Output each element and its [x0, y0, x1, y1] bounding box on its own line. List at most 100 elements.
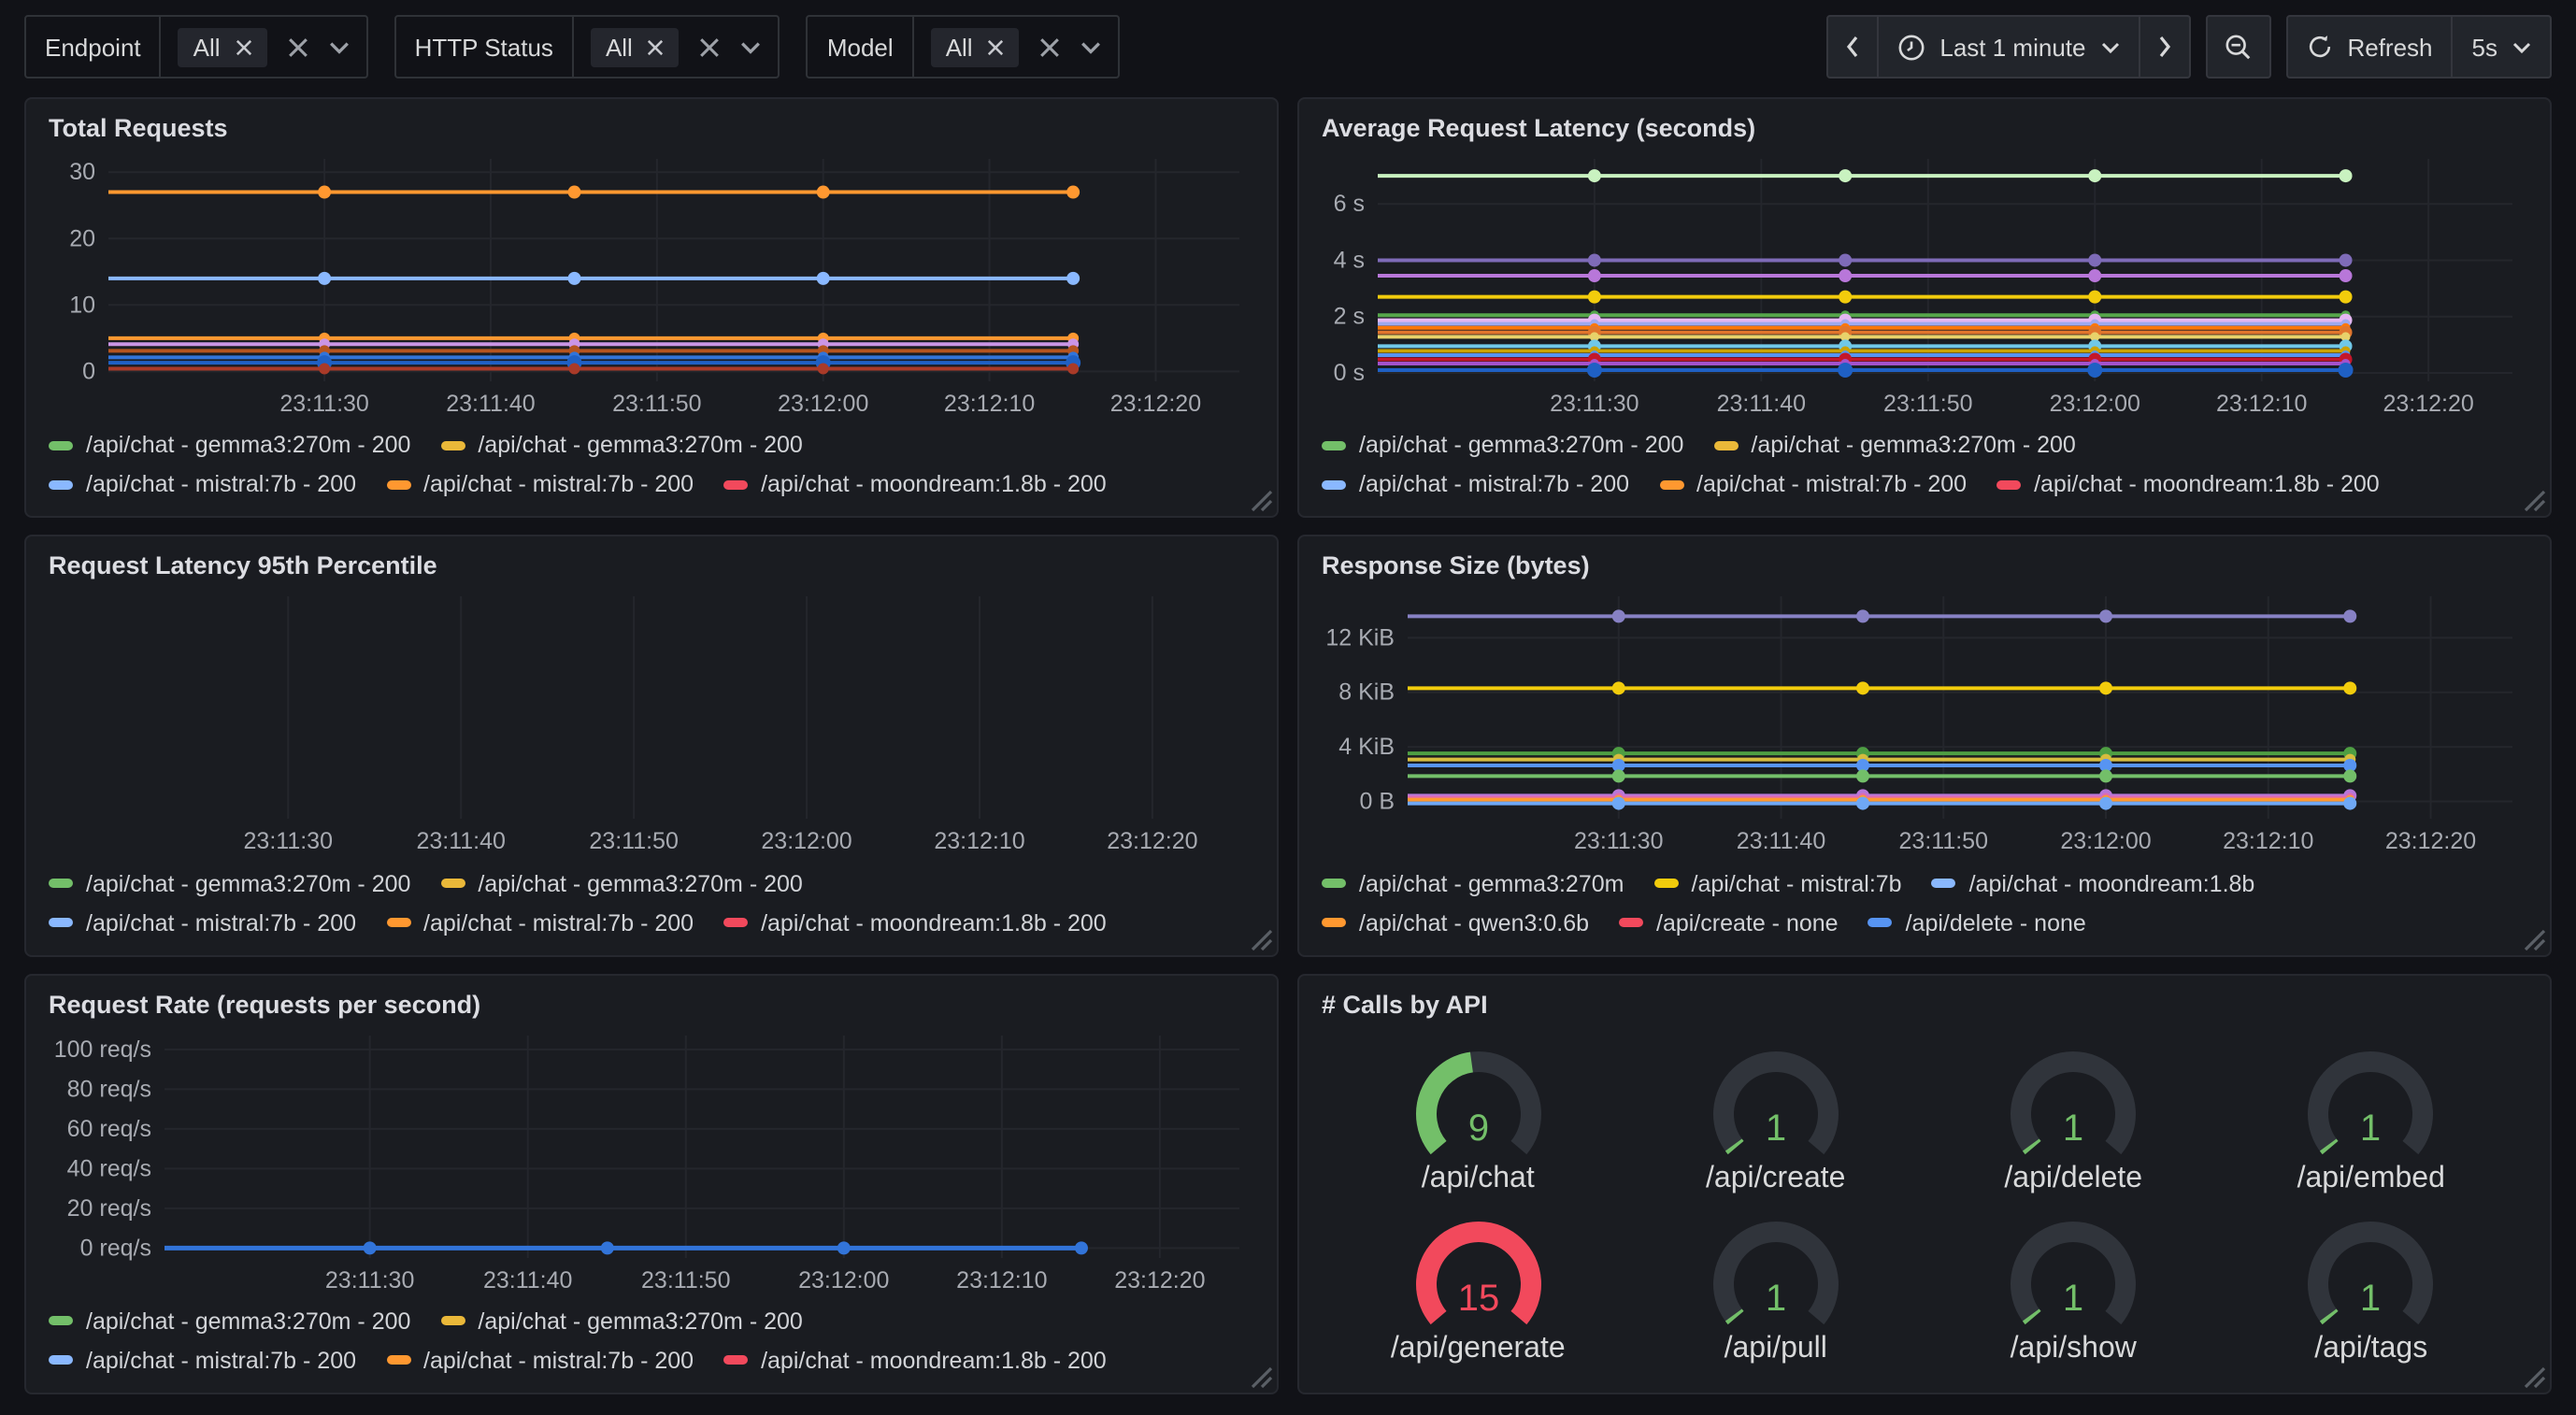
gauge-api-show: 1/api/show	[1957, 1197, 2189, 1365]
legend-series-marker	[440, 1317, 465, 1326]
filter-label: Model	[809, 17, 914, 77]
chart-area: 0 req/s20 req/s40 req/s60 req/s80 req/s1…	[45, 1023, 1258, 1295]
legend-series-label: /api/chat - mistral:7b	[1692, 870, 1902, 896]
legend-item[interactable]: /api/chat - moondream:1.8b	[1932, 870, 2255, 896]
timeseries-plot[interactable]: 010203023:11:3023:11:4023:11:5023:12:002…	[45, 148, 1258, 419]
legend-item[interactable]: /api/chat - moondream:1.8b - 200	[1996, 472, 2380, 498]
legend-item[interactable]: /api/chat - gemma3:270m - 200	[440, 1308, 802, 1335]
legend-item[interactable]: /api/chat - mistral:7b - 200	[49, 909, 356, 936]
gauge-api-create: 1/api/create	[1660, 1028, 1892, 1196]
filter-chip-label: All	[946, 33, 973, 61]
legend-item[interactable]: /api/chat - mistral:7b - 200	[386, 472, 694, 498]
gauge-value: 1	[2063, 1108, 2083, 1149]
legend-item[interactable]: /api/chat - gemma3:270m - 200	[1713, 433, 2075, 459]
panel-resize-handle[interactable]	[1247, 487, 1273, 513]
chevron-down-icon[interactable]	[741, 40, 762, 53]
legend-item[interactable]: /api/chat - moondream:1.8b - 200	[723, 1348, 1107, 1374]
chevron-down-icon[interactable]	[1081, 40, 1102, 53]
panel-resize-handle[interactable]	[1247, 1363, 1273, 1389]
timeseries-plot[interactable]: 0 B4 KiB8 KiB12 KiB23:11:3023:11:4023:11…	[1318, 586, 2531, 857]
panel-total-requests: Total Requests010203023:11:3023:11:4023:…	[24, 97, 1279, 519]
x-axis-tick-label: 23:11:40	[1737, 829, 1825, 855]
gauge-api-embed: 1/api/embed	[2255, 1028, 2487, 1196]
x-axis-tick-label: 23:11:50	[612, 391, 701, 417]
legend-item[interactable]: /api/delete - none	[1868, 909, 2086, 936]
chevron-down-icon	[2512, 40, 2531, 53]
filter-chip[interactable]: All	[179, 27, 267, 66]
legend-item[interactable]: /api/chat - mistral:7b - 200	[1322, 472, 1629, 498]
legend-item[interactable]: /api/chat - qwen3:0.6b	[1322, 909, 1589, 936]
legend-item[interactable]: /api/create - none	[1619, 909, 1839, 936]
time-shift-forward-button[interactable]	[2140, 17, 2188, 77]
panel-resize-handle[interactable]	[1247, 924, 1273, 950]
legend-series-label: /api/chat - mistral:7b - 200	[423, 909, 694, 936]
filter-value-area[interactable]: All	[574, 17, 779, 77]
zoom-out-button[interactable]	[2207, 17, 2268, 77]
panel-title[interactable]: # Calls by API	[1318, 988, 2531, 1023]
filter-chip[interactable]: All	[591, 27, 680, 66]
resize-grip-icon	[1247, 924, 1273, 950]
data-point	[1839, 291, 1852, 304]
legend-item[interactable]: /api/chat - gemma3:270m - 200	[440, 433, 802, 459]
panel-request-latency-95th-percentile: Request Latency 95th Percentile23:11:302…	[24, 536, 1279, 957]
panel-title[interactable]: Total Requests	[45, 112, 1258, 148]
panel-calls-by-api: # Calls by API9/api/chat1/api/create1/ap…	[1297, 973, 2552, 1394]
panel-title[interactable]: Average Request Latency (seconds)	[1318, 112, 2531, 148]
template-variable-filters: Endpoint All HTTP Status	[24, 15, 1121, 79]
gauge-api-chat: 9/api/chat	[1362, 1028, 1594, 1196]
legend-item[interactable]: /api/chat - moondream:1.8b - 200	[723, 472, 1107, 498]
close-icon[interactable]	[648, 38, 665, 55]
legend-item[interactable]: /api/chat - mistral:7b	[1654, 870, 1902, 896]
timeseries-plot[interactable]: 0 s2 s4 s6 s23:11:3023:11:4023:11:5023:1…	[1318, 148, 2531, 419]
legend-series-marker	[1932, 879, 1956, 888]
panel-resize-handle[interactable]	[2520, 924, 2546, 950]
data-point	[1856, 682, 1869, 695]
filter-value-area[interactable]: All	[162, 17, 366, 77]
legend-series-marker	[1322, 480, 1346, 490]
legend-item[interactable]: /api/chat - mistral:7b - 200	[49, 472, 356, 498]
resize-grip-icon	[2520, 487, 2546, 513]
panel-title[interactable]: Response Size (bytes)	[1318, 550, 2531, 586]
time-shift-back-button[interactable]	[1827, 17, 1878, 77]
data-point	[569, 364, 580, 375]
panel-resize-handle[interactable]	[2520, 1363, 2546, 1389]
clear-selection-icon[interactable]	[1040, 36, 1061, 57]
legend-item[interactable]: /api/chat - mistral:7b - 200	[49, 1348, 356, 1374]
clear-selection-icon[interactable]	[700, 36, 721, 57]
data-point	[817, 272, 830, 285]
time-range-picker[interactable]: Last 1 minute	[1878, 17, 2140, 77]
panel-title[interactable]: Request Latency 95th Percentile	[45, 550, 1258, 586]
x-axis-tick-label: 23:11:50	[589, 829, 678, 855]
clear-selection-icon[interactable]	[288, 36, 308, 57]
legend-series-label: /api/chat - gemma3:270m - 200	[86, 433, 410, 459]
close-icon[interactable]	[236, 38, 252, 55]
legend-item[interactable]: /api/chat - gemma3:270m - 200	[49, 870, 410, 896]
filter-chip[interactable]: All	[931, 27, 1020, 66]
data-point	[2088, 291, 2101, 304]
legend-row: /api/chat - qwen3:0.6b/api/create - none…	[1322, 909, 2527, 936]
data-point	[818, 364, 829, 375]
refresh-interval-picker[interactable]: 5s	[2454, 17, 2550, 77]
timeseries-plot[interactable]: 23:11:3023:11:4023:11:5023:12:0023:12:10…	[45, 586, 1258, 857]
gauge-arc: 1	[1660, 1028, 1892, 1174]
refresh-button[interactable]: Refresh	[2287, 17, 2453, 77]
legend-item[interactable]: /api/chat - gemma3:270m - 200	[49, 433, 410, 459]
gauge-arc: 1	[2255, 1028, 2487, 1174]
legend-item[interactable]: /api/chat - gemma3:270m - 200	[1322, 433, 1683, 459]
legend-series-marker	[1322, 441, 1346, 450]
filter-value-area[interactable]: All	[914, 17, 1119, 77]
legend-item[interactable]: /api/chat - mistral:7b - 200	[386, 909, 694, 936]
chevron-down-icon[interactable]	[329, 40, 350, 53]
legend-item[interactable]: /api/chat - mistral:7b - 200	[386, 1348, 694, 1374]
legend-item[interactable]: /api/chat - gemma3:270m	[1322, 870, 1624, 896]
legend-item[interactable]: /api/chat - mistral:7b - 200	[1659, 472, 1967, 498]
legend-item[interactable]: /api/chat - gemma3:270m - 200	[49, 1308, 410, 1335]
legend-item[interactable]: /api/chat - gemma3:270m - 200	[440, 870, 802, 896]
timeseries-plot[interactable]: 0 req/s20 req/s40 req/s60 req/s80 req/s1…	[45, 1023, 1258, 1294]
panel-resize-handle[interactable]	[2520, 487, 2546, 513]
close-icon[interactable]	[988, 38, 1005, 55]
data-point	[1066, 186, 1080, 199]
legend-item[interactable]: /api/chat - moondream:1.8b - 200	[723, 909, 1107, 936]
gauge-endpoint-label: /api/chat	[1422, 1163, 1535, 1196]
panel-title[interactable]: Request Rate (requests per second)	[45, 988, 1258, 1023]
